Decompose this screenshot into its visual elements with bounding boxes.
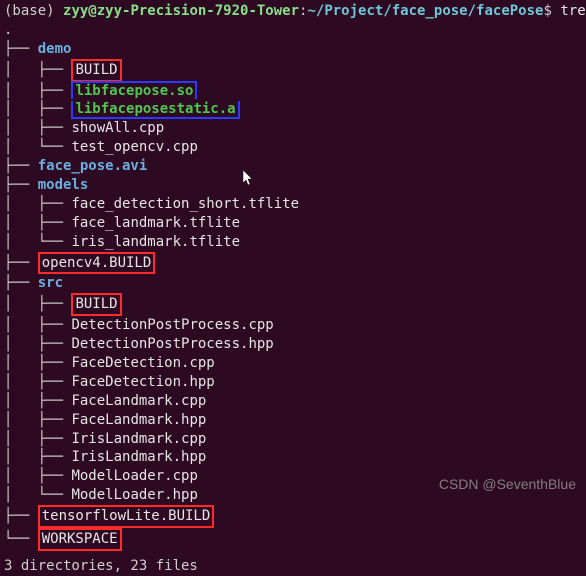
tree-row: │ ├── face_detection_short.tflite bbox=[4, 195, 582, 214]
tree-row: ├── face_pose.avi bbox=[4, 157, 582, 176]
tree-branch: │ ├── bbox=[4, 468, 71, 484]
tree-branch: │ ├── bbox=[4, 393, 71, 409]
tree-branch: │ ├── bbox=[4, 336, 71, 352]
user-host: zyy@zyy-Precision-7920-Tower bbox=[63, 3, 299, 19]
tree-row: │ ├── IrisLandmark.cpp bbox=[4, 430, 582, 449]
tree-row: ├── demo bbox=[4, 40, 582, 59]
tree-branch: │ ├── bbox=[4, 449, 71, 465]
prompt-line[interactable]: (base) zyy@zyy-Precision-7920-Tower:~/Pr… bbox=[4, 2, 582, 21]
tree-branch: │ ├── bbox=[4, 317, 71, 333]
tree-row: │ ├── showAll.cpp bbox=[4, 119, 582, 138]
tree-row: │ ├── DetectionPostProcess.cpp bbox=[4, 316, 582, 335]
tree-branch: │ ├── bbox=[4, 431, 71, 447]
tree-output: .├── demo│ ├── BUILD│ ├── libfacepose.so… bbox=[4, 21, 582, 551]
highlight-red: opencv4.BUILD bbox=[38, 252, 156, 275]
tree-branch: │ └── bbox=[4, 139, 71, 155]
tree-entry: DetectionPostProcess.cpp bbox=[71, 317, 273, 333]
tree-entry: ModelLoader.cpp bbox=[71, 468, 197, 484]
tree-row: │ ├── face_landmark.tflite bbox=[4, 214, 582, 233]
tree-entry: FaceLandmark.hpp bbox=[71, 412, 206, 428]
tree-row: ├── tensorflowLite.BUILD bbox=[4, 505, 582, 528]
tree-branch: │ ├── bbox=[4, 62, 71, 78]
tree-row: ├── opencv4.BUILD bbox=[4, 252, 582, 275]
tree-entry: face_landmark.tflite bbox=[71, 215, 240, 231]
tree-entry: FaceDetection.hpp bbox=[71, 374, 214, 390]
highlight-blue: libfacepose.so bbox=[71, 81, 197, 99]
tree-branch: │ ├── bbox=[4, 101, 71, 117]
tree-row: │ ├── libfacepose.so bbox=[4, 82, 582, 101]
tree-entry: WORKSPACE bbox=[42, 531, 118, 547]
tree-branch: │ ├── bbox=[4, 83, 71, 99]
tree-branch: ├── bbox=[4, 275, 38, 291]
tree-entry: DetectionPostProcess.hpp bbox=[71, 336, 273, 352]
tree-entry: FaceDetection.cpp bbox=[71, 355, 214, 371]
tree-branch: └── bbox=[4, 531, 38, 547]
tree-entry: models bbox=[38, 177, 89, 193]
dollar-sign: $ bbox=[543, 3, 551, 19]
tree-row: ├── src bbox=[4, 274, 582, 293]
tree-entry: BUILD bbox=[75, 296, 117, 312]
tree-branch: ├── bbox=[4, 255, 38, 271]
tree-row: │ ├── BUILD bbox=[4, 293, 582, 316]
tree-entry: face_pose.avi bbox=[38, 158, 148, 174]
tree-branch: │ ├── bbox=[4, 355, 71, 371]
highlight-red: WORKSPACE bbox=[38, 528, 122, 551]
tree-branch: │ ├── bbox=[4, 215, 71, 231]
tree-row: │ └── test_opencv.cpp bbox=[4, 138, 582, 157]
cwd-path: ~/Project/face_pose/facePose bbox=[307, 3, 543, 19]
tree-entry: IrisLandmark.cpp bbox=[71, 431, 206, 447]
env-prefix: (base) bbox=[4, 3, 63, 19]
tree-entry: opencv4.BUILD bbox=[42, 255, 152, 271]
tree-branch: . bbox=[4, 22, 12, 38]
tree-entry: showAll.cpp bbox=[71, 120, 164, 136]
tree-row: │ ├── FaceDetection.cpp bbox=[4, 354, 582, 373]
tree-branch: ├── bbox=[4, 41, 38, 57]
tree-row: │ ├── libfaceposestatic.a bbox=[4, 100, 582, 119]
tree-entry: FaceLandmark.cpp bbox=[71, 393, 206, 409]
highlight-blue: libfaceposestatic.a bbox=[71, 101, 239, 119]
tree-entry: demo bbox=[38, 41, 72, 57]
tree-branch: │ └── bbox=[4, 487, 71, 503]
tree-row: │ ├── DetectionPostProcess.hpp bbox=[4, 335, 582, 354]
highlight-red: tensorflowLite.BUILD bbox=[38, 505, 215, 528]
tree-branch: ├── bbox=[4, 158, 38, 174]
tree-row: │ ├── IrisLandmark.hpp bbox=[4, 448, 582, 467]
tree-row: │ └── iris_landmark.tflite bbox=[4, 233, 582, 252]
tree-summary: 3 directories, 23 files bbox=[4, 557, 582, 576]
tree-branch: │ ├── bbox=[4, 120, 71, 136]
tree-row: . bbox=[4, 21, 582, 40]
tree-entry: face_detection_short.tflite bbox=[71, 196, 299, 212]
highlight-red: BUILD bbox=[71, 59, 121, 82]
tree-row: │ ├── FaceDetection.hpp bbox=[4, 373, 582, 392]
tree-entry: BUILD bbox=[75, 62, 117, 78]
tree-row: │ ├── FaceLandmark.hpp bbox=[4, 411, 582, 430]
tree-branch: ├── bbox=[4, 177, 38, 193]
tree-row: │ ├── FaceLandmark.cpp bbox=[4, 392, 582, 411]
tree-branch: │ ├── bbox=[4, 374, 71, 390]
tree-entry: libfacepose.so bbox=[75, 83, 193, 99]
tree-branch: │ ├── bbox=[4, 412, 71, 428]
tree-entry: ModelLoader.hpp bbox=[71, 487, 197, 503]
tree-row: └── WORKSPACE bbox=[4, 528, 582, 551]
tree-entry: src bbox=[38, 275, 63, 291]
tree-entry: IrisLandmark.hpp bbox=[71, 449, 206, 465]
highlight-red: BUILD bbox=[71, 293, 121, 316]
tree-row: │ ├── BUILD bbox=[4, 59, 582, 82]
tree-branch: │ ├── bbox=[4, 196, 71, 212]
tree-entry: iris_landmark.tflite bbox=[71, 234, 240, 250]
tree-entry: libfaceposestatic.a bbox=[75, 101, 235, 117]
watermark: CSDN @SeventhBlue bbox=[439, 475, 576, 494]
tree-branch: │ ├── bbox=[4, 296, 71, 312]
tree-entry: tensorflowLite.BUILD bbox=[42, 508, 211, 524]
tree-row: ├── models bbox=[4, 176, 582, 195]
tree-branch: ├── bbox=[4, 508, 38, 524]
command-text: tree bbox=[552, 3, 586, 19]
tree-entry: test_opencv.cpp bbox=[71, 139, 197, 155]
tree-branch: │ └── bbox=[4, 234, 71, 250]
